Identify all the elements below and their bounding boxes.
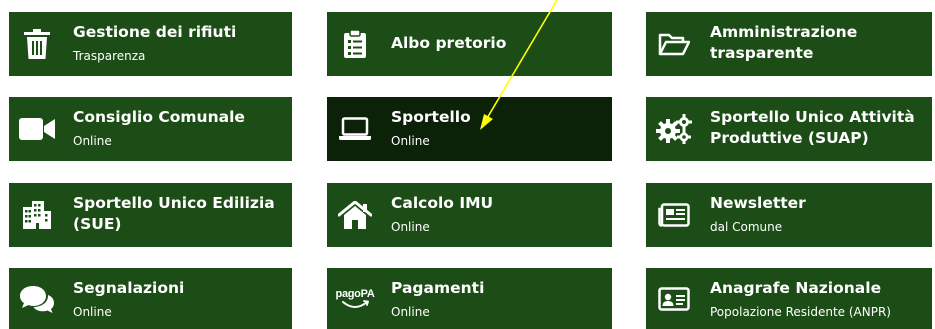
tile-suap[interactable]: Sportello Unico Attività Produttive (SUA… [646,97,932,161]
tile-title-line1: Sportello Unico Attività [710,108,915,126]
tile-title-line2: (SUE) [73,215,122,233]
gears-icon [656,111,692,147]
tile-title: Gestione dei rifiuti [73,23,237,41]
tile-pagamenti[interactable]: pagoPA Pagamenti Online [327,268,612,329]
pagopa-logo-text: pagoPA [335,288,375,300]
tile-title-line2: Produttive (SUAP) [710,129,869,147]
building-icon [19,197,55,233]
tile-subtitle: Online [391,134,430,148]
tile-title: Calcolo IMU [391,194,494,212]
video-camera-icon [19,111,55,147]
tile-subtitle: Online [391,220,430,234]
tile-segnalazioni[interactable]: Segnalazioni Online [9,268,292,329]
tile-anagrafe-nazionale[interactable]: Anagrafe Nazionale Popolazione Residente… [646,268,932,329]
comments-icon [19,281,55,317]
tile-amministrazione-trasparente[interactable]: Amministrazione trasparente [646,12,932,76]
tile-title: Albo pretorio [391,34,507,52]
tile-title: Sportello [391,108,471,126]
tile-newsletter[interactable]: Newsletter dal Comune [646,183,932,247]
tile-title-line1: Amministrazione [710,23,858,41]
id-card-icon [656,281,692,317]
tile-title-line2: trasparente [710,44,814,62]
trash-icon [19,26,55,62]
tile-subtitle: dal Comune [710,220,783,234]
tile-consiglio-comunale[interactable]: Consiglio Comunale Online [9,97,292,161]
tile-title-line1: Sportello Unico Edilizia [73,194,275,212]
tile-title: Segnalazioni [73,279,185,297]
tile-title: Newsletter [710,194,806,212]
tile-sue[interactable]: Sportello Unico Edilizia (SUE) [9,183,292,247]
tile-subtitle: Online [73,305,112,319]
pagopa-logo: pagoPA [335,281,375,317]
tile-title: Consiglio Comunale [73,108,245,126]
tile-subtitle: Online [73,134,112,148]
tile-subtitle: Online [391,305,430,319]
newspaper-icon [656,197,692,233]
tile-title: Anagrafe Nazionale [710,279,882,297]
home-icon [337,197,373,233]
tile-gestione-rifiuti[interactable]: Gestione dei rifiuti Trasparenza [9,12,292,76]
tile-sportello[interactable]: Sportello Online [327,97,612,161]
tile-calcolo-imu[interactable]: Calcolo IMU Online [327,183,612,247]
laptop-icon [337,111,373,147]
tile-subtitle: Popolazione Residente (ANPR) [710,305,891,319]
tile-subtitle: Trasparenza [73,49,146,63]
clipboard-icon [337,26,373,62]
tile-albo-pretorio[interactable]: Albo pretorio [327,12,612,76]
tile-title: Pagamenti [391,279,485,297]
folder-open-icon [656,26,692,62]
